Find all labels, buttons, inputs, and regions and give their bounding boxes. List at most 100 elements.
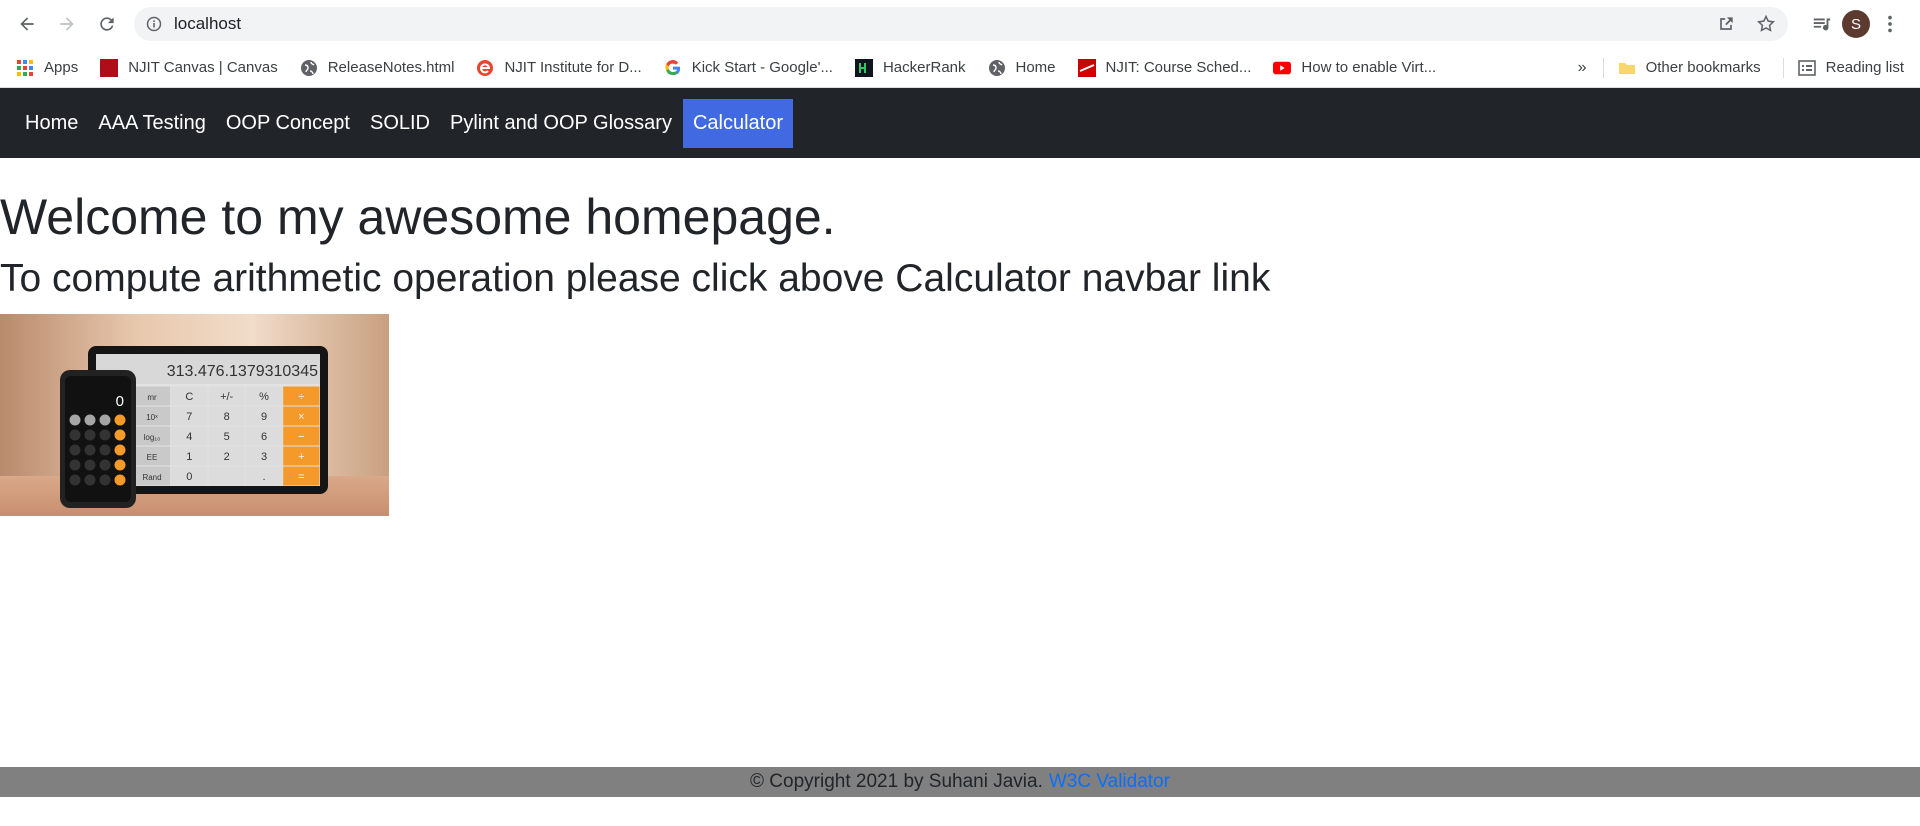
bookmark-label: NJIT: Course Sched... <box>1105 59 1252 76</box>
address-bar[interactable]: localhost <box>134 7 1788 41</box>
phone-key <box>84 474 96 486</box>
site-navbar: Home AAA Testing OOP Concept SOLID Pylin… <box>0 88 1920 158</box>
calc-display: 313.476.1379310345 <box>167 363 318 380</box>
calc-key-label: % <box>259 391 269 403</box>
nav-link-aaa-testing[interactable]: AAA Testing <box>89 99 214 148</box>
bookmarks-bar: Apps NJIT Canvas | Canvas ReleaseNotes.h… <box>0 48 1920 88</box>
calc-key-label: 6 <box>261 431 267 443</box>
devices-illustration: 313.476.1379310345 m-mrC+/-%÷eˣ10ˣ789×ln… <box>60 346 328 508</box>
bookmarks-divider <box>1602 57 1604 78</box>
star-icon[interactable] <box>1756 14 1776 34</box>
calc-key-label: × <box>298 411 304 423</box>
bookmark-label: HackerRank <box>882 59 966 76</box>
queue-music-icon <box>1813 18 1831 31</box>
calc-key-label: 2 <box>224 451 230 463</box>
bookmark-label: Reading list <box>1825 59 1904 76</box>
calc-key-label: +/- <box>220 391 233 403</box>
bookmark-enable-virt[interactable]: How to enable Virt... <box>1273 59 1436 77</box>
bookmark-label: Apps <box>44 59 79 76</box>
phone-key <box>84 414 96 426</box>
phone-key <box>114 429 126 441</box>
folder-icon <box>1618 59 1636 77</box>
phone-key <box>69 414 81 426</box>
phone-key <box>99 459 111 471</box>
phone-key <box>84 444 96 456</box>
more-bookmarks-chevron[interactable]: » <box>1578 59 1587 77</box>
bookmark-label: How to enable Virt... <box>1301 59 1437 76</box>
bookmarks-divider <box>1782 57 1784 78</box>
bookmark-njit-institute[interactable]: NJIT Institute for D... <box>476 59 642 77</box>
bookmark-label: NJIT Institute for D... <box>504 59 642 76</box>
calc-key-label: ÷ <box>298 391 304 403</box>
arrow-right-icon <box>60 17 74 31</box>
reload-button[interactable] <box>90 7 124 41</box>
browser-menu-button[interactable] <box>1878 12 1902 36</box>
bookmark-releasenotes[interactable]: ReleaseNotes.html <box>300 59 454 77</box>
e-icon <box>476 59 494 77</box>
bookmark-label: Other bookmarks <box>1645 59 1761 76</box>
page-subtitle: To compute arithmetic operation please c… <box>0 257 1271 300</box>
nav-link-solid[interactable]: SOLID <box>361 99 439 148</box>
browser-toolbar: localhost S <box>0 0 1920 48</box>
back-button[interactable] <box>10 7 44 41</box>
calc-key-label: EE <box>147 453 158 462</box>
reading-list-button[interactable]: Reading list <box>1797 59 1904 77</box>
info-icon <box>146 16 162 32</box>
phone-key <box>99 474 111 486</box>
calc-key-label: 10ˣ <box>146 413 158 422</box>
bookmark-label: Kick Start - Google'... <box>691 59 833 76</box>
calc-key-label: 0 <box>186 471 192 483</box>
phone-key <box>84 459 96 471</box>
url-text: localhost <box>174 14 242 33</box>
page-footer: © Copyright 2021 by Suhani Javia. W3C Va… <box>0 767 1920 797</box>
bookmark-label: Home <box>1015 59 1056 76</box>
phone-key <box>99 429 111 441</box>
phone-key <box>69 459 81 471</box>
phone-key <box>69 444 81 456</box>
calc-key-label: log₁₀ <box>144 433 161 442</box>
njit-icon <box>100 58 119 77</box>
more-vert-icon <box>1888 15 1892 33</box>
phone-key <box>84 429 96 441</box>
calc-key-label: 1 <box>186 451 192 463</box>
calc-key-label: = <box>298 471 304 483</box>
globe-icon <box>988 59 1006 77</box>
nav-link-pylint-glossary[interactable]: Pylint and OOP Glossary <box>441 99 681 148</box>
hackerrank-icon <box>854 58 873 77</box>
apps-grid-icon <box>16 59 34 77</box>
calc-key-label: 9 <box>261 411 267 423</box>
nav-link-home[interactable]: Home <box>16 99 87 148</box>
bookmark-apps[interactable]: Apps <box>16 59 78 77</box>
bookmark-njit-canvas[interactable]: NJIT Canvas | Canvas <box>100 58 278 77</box>
share-icon[interactable] <box>1716 14 1736 34</box>
phone-key <box>99 444 111 456</box>
phone-display: 0 <box>116 393 124 410</box>
youtube-icon <box>1273 59 1292 77</box>
phone-key <box>69 474 81 486</box>
media-control-button[interactable] <box>1810 12 1834 36</box>
calc-key-label: 8 <box>224 411 230 423</box>
calc-key-label: 3 <box>261 451 267 463</box>
calc-key-label: Rand <box>142 473 161 482</box>
calc-key-label: mr <box>147 393 157 402</box>
bookmark-label: NJIT Canvas | Canvas <box>128 59 278 76</box>
phone-key <box>99 414 111 426</box>
calc-key-label: 4 <box>186 431 192 443</box>
bookmark-hackerrank[interactable]: HackerRank <box>854 58 966 77</box>
nav-link-oop-concept[interactable]: OOP Concept <box>217 99 359 148</box>
nav-link-calculator[interactable]: Calculator <box>682 98 794 148</box>
calc-key-label: . <box>262 471 265 483</box>
calculator-image: 313.476.1379310345 m-mrC+/-%÷eˣ10ˣ789×ln… <box>0 314 389 516</box>
arrow-left-icon <box>20 17 34 31</box>
globe-icon <box>300 59 318 77</box>
phone-key <box>114 459 126 471</box>
copyright-text: © Copyright 2021 by Suhani Javia. <box>750 771 1043 792</box>
bookmark-other[interactable]: Other bookmarks <box>1618 59 1761 77</box>
forward-button[interactable] <box>50 7 84 41</box>
calc-key-label: − <box>298 431 304 443</box>
bookmark-njit-course-schedule[interactable]: NJIT: Course Sched... <box>1077 58 1252 77</box>
profile-avatar[interactable]: S <box>1842 10 1870 38</box>
w3c-validator-link[interactable]: W3C Validator <box>1049 771 1170 793</box>
bookmark-kick-start[interactable]: Kick Start - Google'... <box>664 59 833 77</box>
bookmark-home[interactable]: Home <box>988 59 1056 77</box>
